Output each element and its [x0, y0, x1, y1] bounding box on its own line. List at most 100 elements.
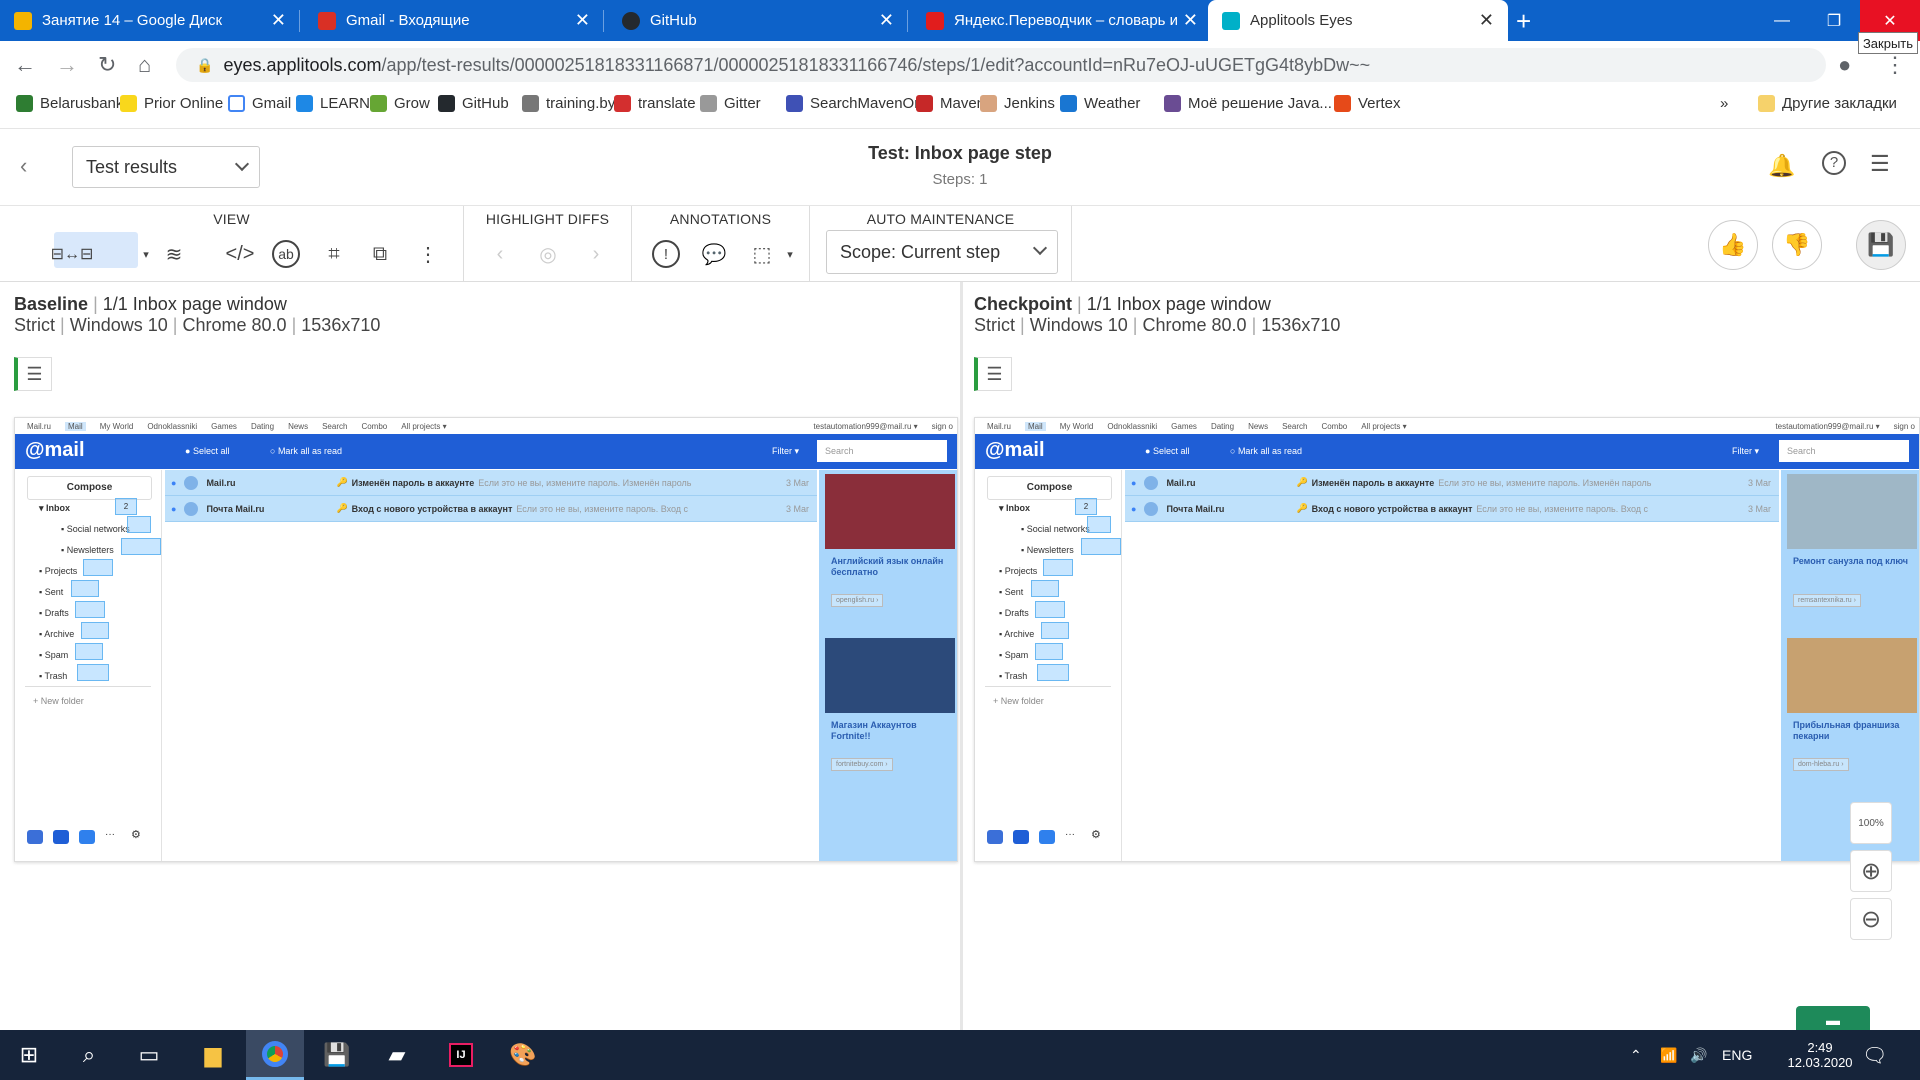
chrome-taskbar-icon[interactable]	[246, 1030, 304, 1080]
region-icon[interactable]: ⬚	[748, 240, 776, 268]
minimize-button[interactable]: —	[1752, 0, 1812, 41]
ab-compare-icon[interactable]: ab	[272, 240, 300, 268]
mail-search[interactable]: Search	[1779, 440, 1909, 462]
tab-yandex-translate[interactable]: Яндекс.Переводчик – словарь и ✕	[912, 0, 1212, 41]
gear-icon[interactable]: ⚙	[1091, 830, 1107, 844]
mail-top-link[interactable]: My World	[1060, 422, 1094, 431]
tab-github[interactable]: GitHub ✕	[608, 0, 908, 41]
thumbs-up-button[interactable]: 👍	[1708, 220, 1758, 270]
mail-mark-read[interactable]: ○ Mark all as read	[270, 446, 342, 456]
mail-select-all[interactable]: ● Select all	[1145, 446, 1189, 456]
mail-folder[interactable]: ▪ Projects	[39, 566, 77, 576]
bookmark-item[interactable]: Belarusbank	[16, 95, 123, 112]
volume-icon[interactable]: 🔊	[1690, 1030, 1707, 1080]
bookmark-item[interactable]: Grow	[370, 95, 430, 112]
mail-message-row[interactable]: ● Mail.ru 🔑 Изменён пароль в аккаунте Если э…	[1125, 470, 1779, 496]
tab-close-icon[interactable]: ✕	[1479, 10, 1494, 31]
bookmarks-overflow-button[interactable]: »	[1720, 95, 1728, 112]
bookmark-item[interactable]: Maven	[916, 95, 985, 112]
task-view-icon[interactable]: ▭	[120, 1030, 178, 1080]
checkpoint-screenshot[interactable]: Mail.ru Mail My World Odnoklassniki Games Dat…	[974, 417, 1920, 862]
next-diff-icon[interactable]: ›	[582, 240, 610, 268]
new-tab-button[interactable]: +	[1516, 6, 1531, 37]
mail-folder[interactable]: ▾ Inbox	[39, 503, 70, 514]
more-options-icon[interactable]: ⋮	[414, 240, 442, 268]
bookmark-item[interactable]: Jenkins	[980, 95, 1055, 112]
ad-link[interactable]: dom-hleba.ru ›	[1793, 758, 1849, 771]
ad-title[interactable]: Прибыльная франшиза пекарни	[1793, 720, 1917, 742]
mail-folder[interactable]: ▪ Spam	[999, 650, 1028, 660]
region-caret-icon[interactable]: ▾	[776, 240, 804, 268]
ad-link[interactable]: openglish.ru ›	[831, 594, 884, 607]
bookmark-item[interactable]: Gitter	[700, 95, 761, 112]
mail-top-link[interactable]: Search	[1282, 422, 1307, 431]
prev-diff-icon[interactable]: ‹	[486, 240, 514, 268]
bookmark-item[interactable]: translate	[614, 95, 696, 112]
mail-message-row[interactable]: ● Почта Mail.ru 🔑 Вход с нового устройства …	[1125, 496, 1779, 522]
mail-search[interactable]: Search	[817, 440, 947, 462]
file-explorer-icon[interactable]: ▆	[184, 1030, 242, 1080]
calendar-icon[interactable]	[1039, 830, 1055, 844]
mail-folder[interactable]: ▾ Inbox	[999, 503, 1030, 514]
mail-message-row[interactable]: ● Mail.ru 🔑 Изменён пароль в аккаунте Если э…	[165, 470, 817, 496]
language-indicator[interactable]: ENG	[1722, 1030, 1752, 1080]
more-icon[interactable]: ···	[1065, 830, 1081, 844]
bookmark-item[interactable]: GitHub	[438, 95, 509, 112]
app-icon[interactable]	[987, 830, 1003, 844]
bookmark-item[interactable]: Prior Online	[120, 95, 223, 112]
mail-folder[interactable]: ▪ Newsletters	[1021, 545, 1074, 555]
mail-folder[interactable]: ▪ Social networks	[1021, 524, 1090, 534]
reload-icon[interactable]: ↻	[98, 52, 116, 78]
mail-top-link[interactable]: News	[1248, 422, 1268, 431]
ad-title[interactable]: Магазин Аккаунтов Fortnite!!	[831, 720, 955, 742]
mail-top-link[interactable]: All projects ▾	[1361, 422, 1406, 431]
mail-message-row[interactable]: ● Почта Mail.ru 🔑 Вход с нового устройства …	[165, 496, 817, 522]
back-arrow-icon[interactable]: ←	[14, 52, 36, 78]
mail-folder[interactable]: ▪ Trash	[999, 671, 1027, 681]
ad-image[interactable]	[825, 474, 955, 549]
baseline-screenshot[interactable]: Mail.ru Mail My World Odnoklassniki Games Dat…	[14, 417, 958, 862]
issue-icon[interactable]: !	[652, 240, 680, 268]
ad-link[interactable]: fortnitebuy.com ›	[831, 758, 893, 771]
layout-caret-icon[interactable]: ▾	[132, 240, 160, 268]
profile-icon[interactable]: ●	[1838, 52, 1851, 78]
mail-top-link[interactable]: Odnoklassniki	[1107, 422, 1157, 431]
crop-icon[interactable]: ⌗	[320, 240, 348, 268]
user-settings-icon[interactable]: ☰	[1870, 151, 1890, 177]
zoom-fit-button[interactable]: 100%	[1850, 802, 1892, 844]
mail-account[interactable]: testautomation999@mail.ru ▾	[1775, 422, 1879, 431]
checkpoint-menu-icon[interactable]: ☰	[974, 357, 1012, 391]
mail-mark-read[interactable]: ○ Mark all as read	[1230, 446, 1302, 456]
mail-compose-button[interactable]: Compose	[27, 476, 152, 500]
mail-top-link[interactable]: Search	[322, 422, 347, 431]
mail-top-link[interactable]: News	[288, 422, 308, 431]
bookmark-item[interactable]: Gmail	[228, 95, 291, 112]
zoom-in-icon[interactable]: ⊕	[1850, 850, 1892, 892]
forward-arrow-icon[interactable]: →	[56, 52, 78, 78]
bookmark-item[interactable]: Weather	[1060, 95, 1140, 112]
app-icon[interactable]	[53, 830, 69, 844]
ad-image[interactable]	[1787, 474, 1917, 549]
layers-icon[interactable]: ≋	[160, 240, 188, 268]
mail-folder[interactable]: ▪ Archive	[39, 629, 74, 639]
bookmark-item[interactable]: Моё решение Java...	[1164, 95, 1332, 112]
tab-applitools[interactable]: Applitools Eyes ✕	[1208, 0, 1508, 41]
save-app-icon[interactable]: 💾	[308, 1030, 366, 1080]
mail-top-link[interactable]: Games	[211, 422, 237, 431]
tab-close-icon[interactable]: ✕	[271, 10, 286, 31]
new-folder-link[interactable]: + New folder	[993, 696, 1044, 706]
url-field[interactable]: 🔒 eyes.applitools.com/app/test-results/0…	[176, 48, 1826, 82]
gear-icon[interactable]: ⚙	[131, 830, 147, 844]
overlay-icon[interactable]: ⧉	[366, 240, 394, 268]
home-icon[interactable]: ⌂	[138, 52, 151, 78]
thumbs-down-button[interactable]: 👎	[1772, 220, 1822, 270]
notification-icon[interactable]: 🗨	[1862, 1030, 1887, 1080]
mail-top-link[interactable]: Dating	[1211, 422, 1234, 431]
calendar-icon[interactable]	[79, 830, 95, 844]
bookmark-item[interactable]: Vertex	[1334, 95, 1401, 112]
mail-select-all[interactable]: ● Select all	[185, 446, 229, 456]
search-icon[interactable]: ⌕	[60, 1030, 118, 1080]
bookmark-item[interactable]: training.by	[522, 95, 615, 112]
ad-link[interactable]: remsantexnika.ru ›	[1793, 594, 1861, 607]
ad-image[interactable]	[825, 638, 955, 713]
